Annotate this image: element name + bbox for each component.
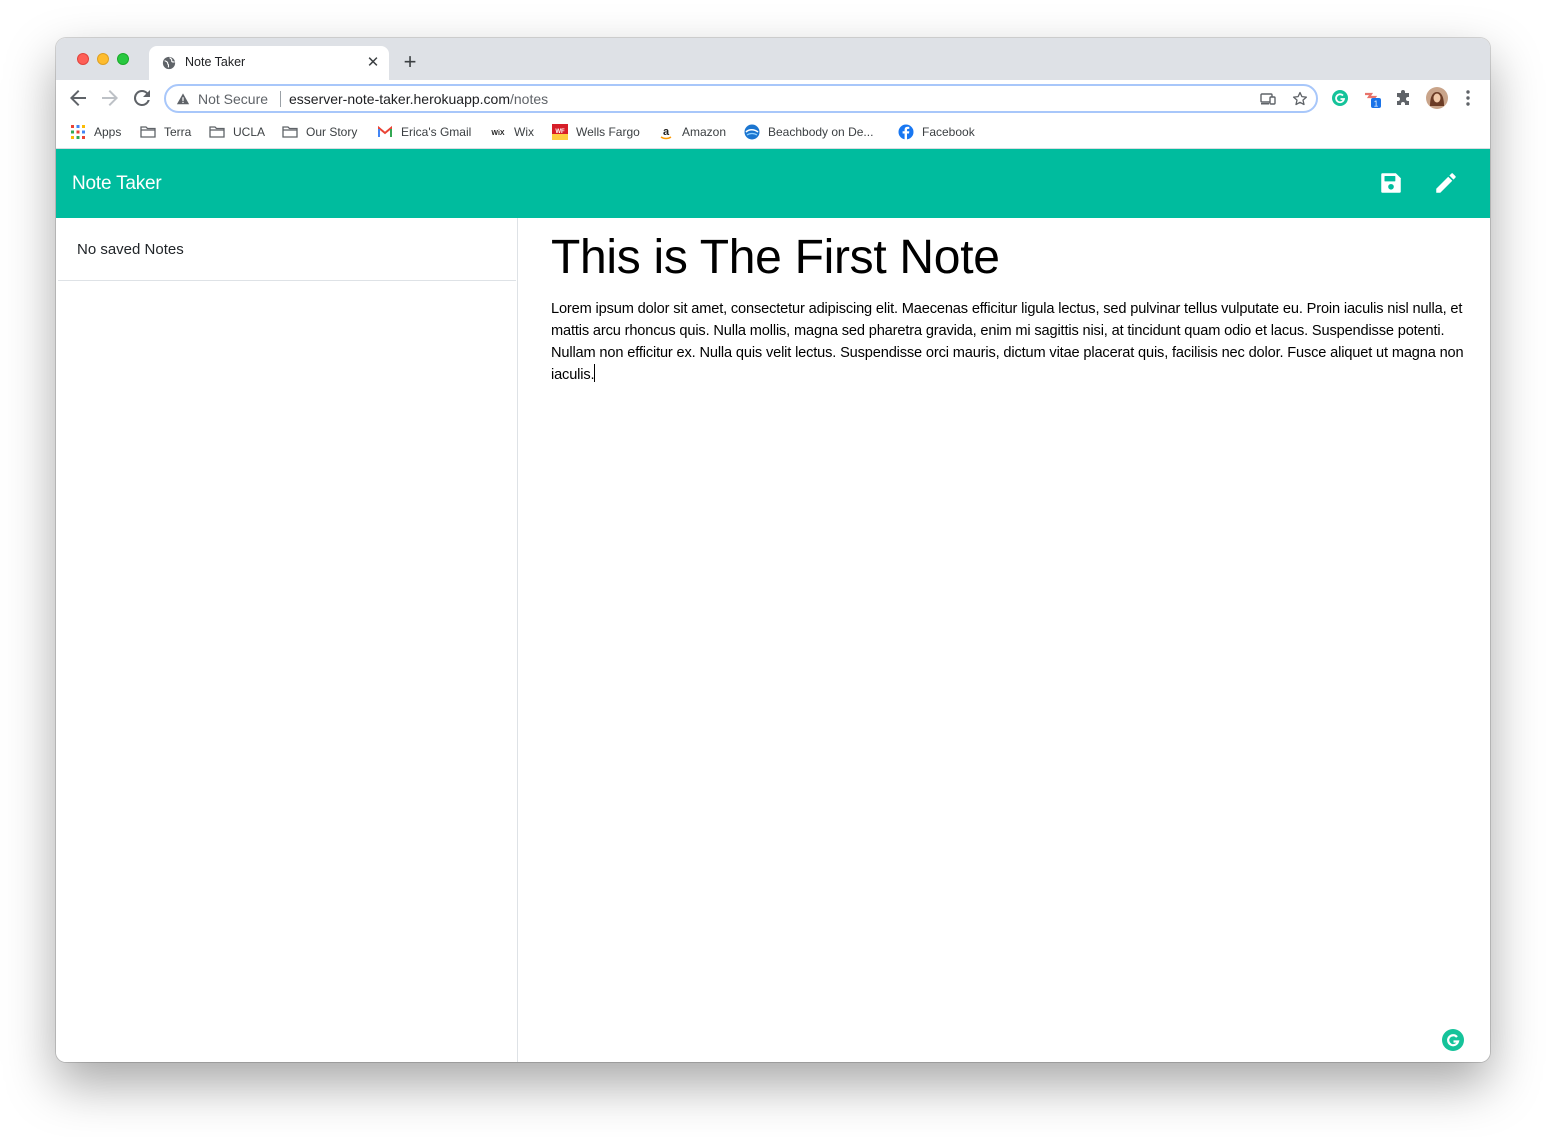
bookmark-label: Amazon — [682, 125, 727, 139]
bookmark-facebook[interactable]: Facebook — [898, 123, 975, 141]
bookmark-terra[interactable]: Terra — [140, 123, 191, 141]
bookmark-beachbody[interactable]: Beachbody on De... — [744, 123, 873, 141]
url-text[interactable]: esserver-note-taker.herokuapp.com/notes — [289, 91, 548, 107]
amazon-logo-text: a — [663, 126, 670, 138]
bookmark-ucla[interactable]: UCLA — [209, 123, 265, 141]
security-label[interactable]: Not Secure — [198, 91, 268, 107]
minimize-window-button[interactable] — [97, 53, 109, 65]
bookmark-amazon[interactable]: a Amazon — [658, 123, 726, 141]
amazon-icon: a — [660, 126, 672, 140]
bookmark-wells-fargo[interactable]: WF Wells Fargo — [552, 123, 640, 141]
wix-logo-text: WiX — [491, 130, 504, 137]
maximize-window-button[interactable] — [117, 53, 129, 65]
warning-icon[interactable] — [176, 92, 190, 106]
folder-icon — [140, 126, 156, 138]
url-host: esserver-note-taker.herokuapp.com — [289, 91, 510, 107]
bookmarks-bar: Apps Terra UCLA Our Story Erica's Gmail … — [56, 116, 1490, 149]
note-title-input[interactable]: This is The First Note — [551, 230, 1000, 285]
empty-notes-message: No saved Notes — [77, 241, 184, 258]
bookmark-wix[interactable]: WiX Wix — [490, 123, 534, 141]
bookmark-label: Our Story — [306, 125, 358, 139]
bookmark-label: Terra — [164, 125, 192, 139]
bookmark-apps[interactable]: Apps — [70, 123, 121, 141]
apps-grid-icon — [71, 125, 85, 139]
tab-strip: Note Taker ✕ + — [56, 38, 1490, 80]
profile-avatar[interactable] — [1425, 86, 1449, 110]
bookmark-ericas-gmail[interactable]: Erica's Gmail — [377, 123, 471, 141]
facebook-icon — [898, 124, 914, 140]
list-item: No saved Notes — [58, 218, 516, 281]
bookmark-label: Wix — [514, 125, 534, 139]
wells-fargo-icon: WF — [552, 124, 568, 140]
globe-icon — [162, 56, 176, 70]
note-textarea[interactable]: Lorem ipsum dolor sit amet, consectetur … — [551, 298, 1481, 386]
extension-badge-icon[interactable]: 1 — [1362, 88, 1382, 108]
reload-icon[interactable] — [130, 86, 154, 110]
save-note-icon[interactable] — [1378, 170, 1404, 196]
wells-fargo-logo-text: WF — [555, 129, 565, 135]
bookmark-our-story[interactable]: Our Story — [282, 123, 357, 141]
close-window-button[interactable] — [77, 53, 89, 65]
app-brand[interactable]: Note Taker — [72, 173, 162, 195]
text-cursor — [594, 364, 596, 382]
bookmark-star-icon[interactable] — [1292, 91, 1308, 107]
back-arrow-icon[interactable] — [66, 86, 90, 110]
bookmark-label: Facebook — [922, 125, 975, 139]
forward-arrow-icon[interactable] — [98, 86, 122, 110]
close-icon[interactable]: ✕ — [365, 55, 381, 71]
note-body-text: Lorem ipsum dolor sit amet, consectetur … — [551, 301, 1464, 383]
wix-icon: WiX — [491, 130, 504, 137]
bookmark-label: Wells Fargo — [576, 125, 640, 139]
notes-sidebar: No saved Notes — [56, 218, 518, 1062]
cast-device-icon[interactable] — [1260, 91, 1276, 107]
extension-badge-count: 1 — [1374, 100, 1379, 109]
app-navbar: Note Taker — [56, 149, 1490, 218]
grammarly-extension-icon[interactable] — [1330, 88, 1350, 108]
browser-tab-note-taker[interactable]: Note Taker ✕ — [149, 46, 389, 80]
folder-icon — [282, 126, 298, 138]
grammarly-button-icon[interactable] — [1441, 1028, 1465, 1052]
gmail-icon — [378, 125, 392, 137]
bookmark-label: Apps — [94, 125, 122, 139]
bookmark-label: Erica's Gmail — [401, 125, 472, 139]
bookmark-label: Beachbody on De... — [768, 125, 874, 139]
plus-icon[interactable]: + — [400, 51, 420, 73]
edit-pencil-icon[interactable] — [1433, 170, 1459, 196]
address-bar[interactable]: Not Secure esserver-note-taker.herokuapp… — [164, 84, 1318, 113]
url-path: /notes — [510, 91, 549, 107]
browser-window: Note Taker ✕ + Not Secure esserver-note-… — [56, 38, 1490, 1062]
folder-icon — [209, 126, 225, 138]
bookmark-label: UCLA — [233, 125, 266, 139]
omnibox-separator — [280, 91, 281, 107]
browser-toolbar: Not Secure esserver-note-taker.herokuapp… — [56, 80, 1490, 116]
puzzle-extensions-icon[interactable] — [1394, 88, 1414, 108]
more-menu-icon[interactable] — [1458, 88, 1478, 108]
beachbody-icon — [744, 124, 760, 140]
tab-title: Note Taker — [185, 55, 246, 69]
note-editor: This is The First Note Lorem ipsum dolor… — [519, 218, 1490, 1062]
